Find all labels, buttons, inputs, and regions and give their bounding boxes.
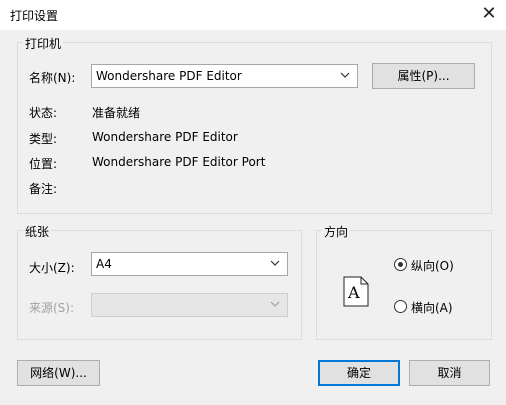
printer-name-select[interactable]: Wondershare PDF Editor (91, 64, 358, 88)
cancel-button[interactable]: 取消 (409, 360, 490, 386)
window-title: 打印设置 (10, 9, 59, 23)
paper-size-label: 大小(Z): (29, 261, 75, 275)
orientation-group-legend: 方向 (322, 223, 351, 240)
ok-button[interactable]: 确定 (318, 360, 400, 386)
printer-name-value: Wondershare PDF Editor (96, 69, 242, 83)
page-orientation-letter: A (347, 283, 360, 302)
close-icon: ✕ (481, 3, 497, 24)
printer-name-label: 名称(N): (29, 71, 76, 85)
comment-label: 备注: (29, 182, 58, 196)
location-label: 位置: (29, 157, 58, 171)
chevron-down-icon (340, 72, 350, 78)
close-button[interactable]: ✕ (472, 0, 506, 30)
printer-group-legend: 打印机 (23, 35, 64, 52)
type-value: Wondershare PDF Editor (92, 130, 238, 144)
portrait-radio[interactable] (394, 258, 407, 271)
paper-source-label: 来源(S): (29, 301, 75, 315)
title-bar: 打印设置 ✕ (0, 0, 506, 30)
page-orientation-icon: A (343, 276, 369, 307)
paper-group (17, 230, 302, 340)
properties-button[interactable]: 属性(P)... (372, 63, 475, 89)
landscape-label[interactable]: 横向(A) (411, 299, 453, 316)
paper-size-select[interactable]: A4 (91, 252, 288, 276)
paper-group-legend: 纸张 (23, 223, 52, 240)
network-button[interactable]: 网络(W)... (17, 360, 100, 386)
landscape-radio[interactable] (394, 300, 407, 313)
paper-source-select[interactable] (91, 293, 288, 317)
chevron-down-icon (270, 260, 280, 266)
paper-size-value: A4 (96, 257, 112, 271)
status-label: 状态: (29, 106, 58, 120)
chevron-down-icon (270, 301, 280, 307)
type-label: 类型: (29, 132, 58, 146)
portrait-label[interactable]: 纵向(O) (411, 257, 454, 274)
location-value: Wondershare PDF Editor Port (92, 155, 266, 169)
status-value: 准备就绪 (92, 106, 141, 120)
